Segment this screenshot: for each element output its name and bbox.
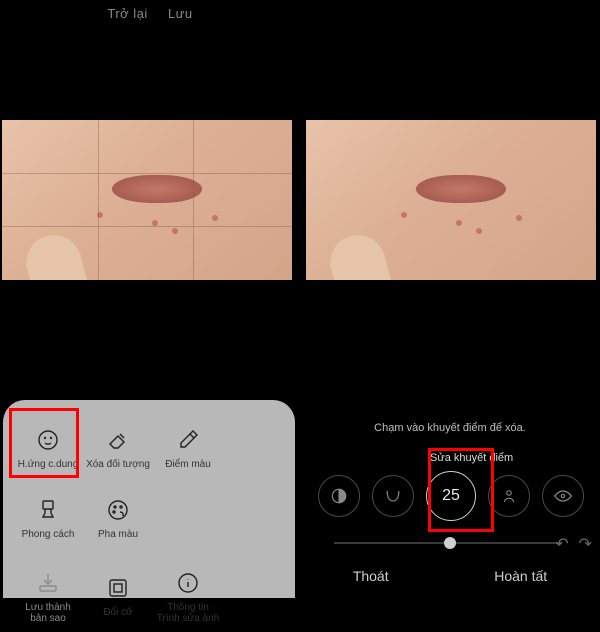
tool-label: Xóa đối tượng bbox=[86, 459, 150, 471]
tool-label: Phong cách bbox=[22, 529, 75, 541]
save-button[interactable]: Lưu bbox=[168, 6, 193, 21]
blemish-panel: Chạm vào khuyết điểm để xóa. Sửa khuyết … bbox=[300, 400, 600, 600]
brush-icon bbox=[35, 497, 61, 523]
exit-button[interactable]: Thoát bbox=[339, 562, 403, 590]
brush-size-value: 25 bbox=[442, 487, 460, 505]
tool-label: Lưu thành bản sao bbox=[16, 602, 80, 625]
tool-object-eraser[interactable]: Xóa đối tượng bbox=[83, 414, 153, 484]
effect-options-row: 25 bbox=[296, 468, 600, 524]
size-slider-knob[interactable] bbox=[444, 537, 456, 549]
resize-icon bbox=[105, 575, 131, 601]
face-icon bbox=[35, 427, 61, 453]
tool-label: Thông tin Trình sửa ảnh bbox=[156, 602, 220, 625]
preview-image-left[interactable] bbox=[2, 120, 292, 280]
tool-style[interactable]: Phong cách bbox=[13, 484, 83, 554]
tool-color-mix[interactable]: Pha màu bbox=[83, 484, 153, 554]
tools-panel: H.ứng c.dung Xóa đối tượng Điểm màu Phon… bbox=[3, 400, 295, 598]
tool-about[interactable]: Thông tin Trình sửa ảnh bbox=[153, 562, 223, 632]
tool-label: Điểm màu bbox=[165, 459, 211, 471]
done-button[interactable]: Hoàn tất bbox=[480, 562, 561, 590]
brush-size-indicator[interactable]: 25 bbox=[426, 471, 476, 521]
tool-portrait-effect[interactable]: H.ứng c.dung bbox=[13, 414, 83, 484]
tool-label: Đổi cỡ bbox=[103, 607, 132, 619]
option-contrast[interactable] bbox=[318, 475, 360, 517]
top-bar: Trở lại Lưu bbox=[0, 6, 300, 21]
hint-text: Chạm vào khuyết điểm để xóa. bbox=[374, 422, 526, 434]
back-button[interactable]: Trở lại bbox=[107, 6, 147, 21]
option-eye[interactable] bbox=[542, 475, 584, 517]
info-icon bbox=[175, 570, 201, 596]
save-icon bbox=[35, 570, 61, 596]
eraser-icon bbox=[105, 427, 131, 453]
feature-title: Sửa khuyết điểm bbox=[430, 452, 513, 464]
option-jaw[interactable] bbox=[372, 475, 414, 517]
dropper-icon bbox=[175, 427, 201, 453]
tool-label: H.ứng c.dung bbox=[18, 459, 79, 471]
undo-button[interactable]: ↶ bbox=[555, 534, 568, 554]
redo-button[interactable]: ↷ bbox=[579, 534, 592, 554]
palette-icon bbox=[105, 497, 131, 523]
tool-save-copy[interactable]: Lưu thành bản sao bbox=[13, 562, 83, 632]
tool-spot-color[interactable]: Điểm màu bbox=[153, 414, 223, 484]
option-person[interactable] bbox=[488, 475, 530, 517]
preview-image-right[interactable] bbox=[306, 120, 596, 280]
tool-resize[interactable]: Đổi cỡ bbox=[83, 562, 153, 632]
tool-label: Pha màu bbox=[98, 529, 138, 541]
